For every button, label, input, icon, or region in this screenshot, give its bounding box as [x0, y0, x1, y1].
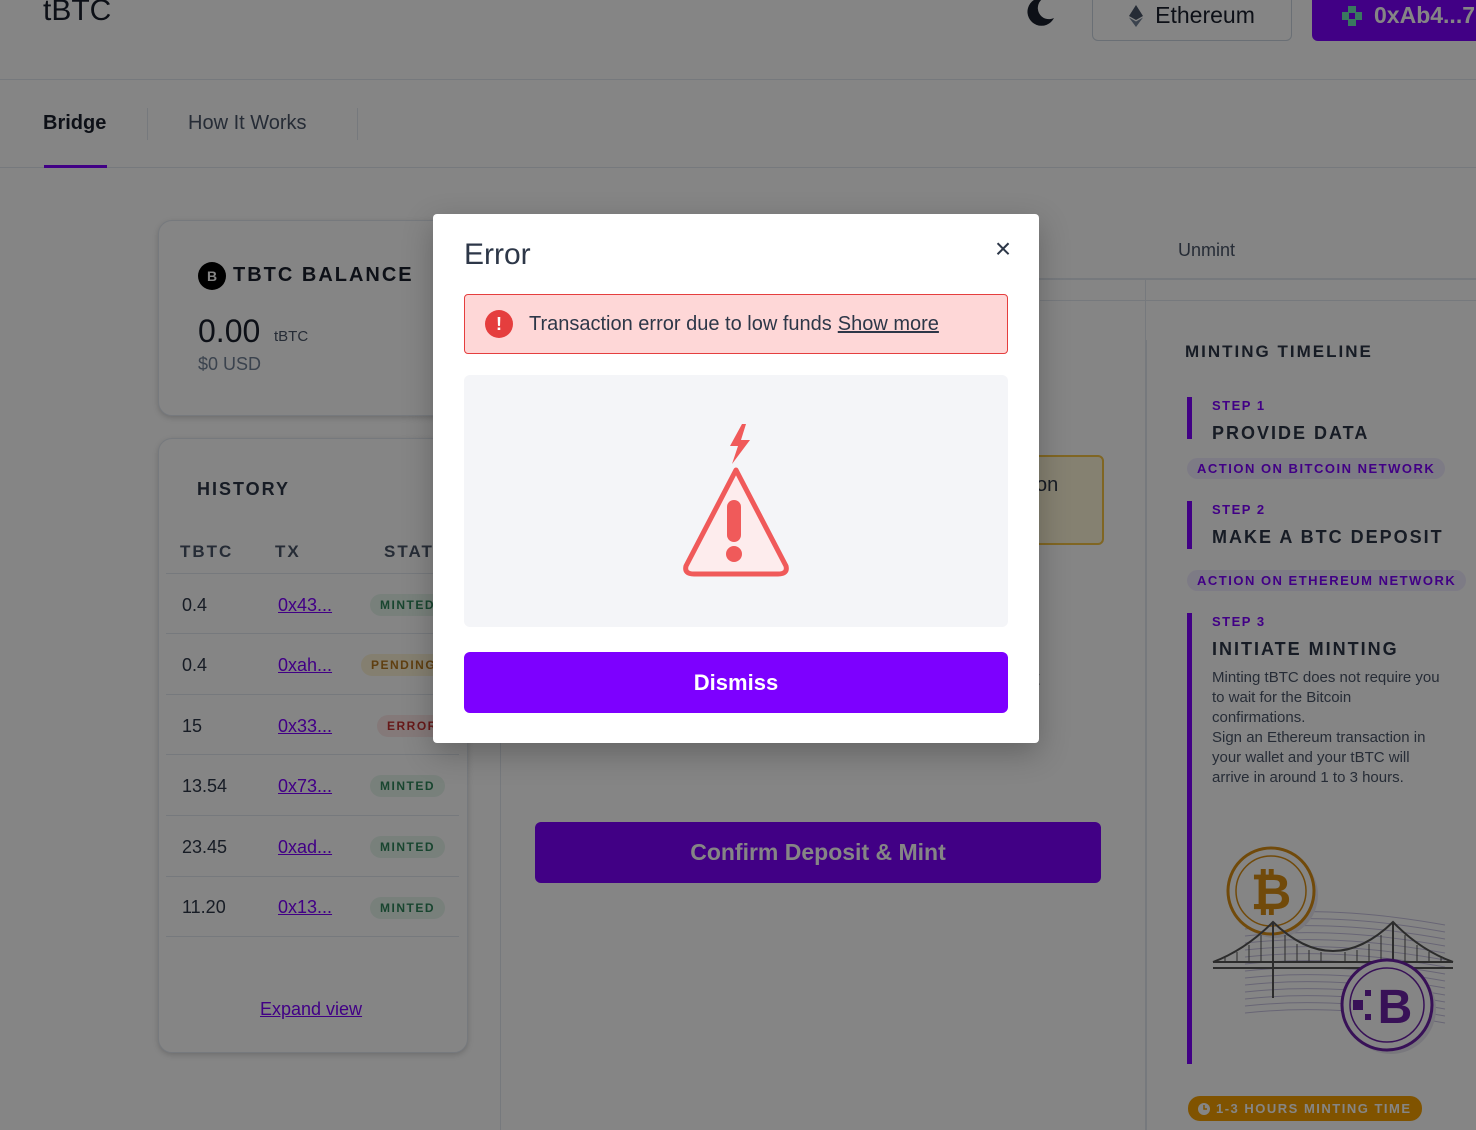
- show-more-link[interactable]: Show more: [838, 313, 939, 335]
- modal-title: Error: [464, 238, 531, 271]
- alert-text: Transaction error due to low funds: [529, 312, 832, 335]
- error-alert: ! Transaction error due to low funds Show…: [464, 294, 1008, 354]
- dismiss-button[interactable]: Dismiss: [464, 652, 1008, 713]
- error-icon: !: [485, 310, 513, 338]
- warning-triangle-icon: [683, 424, 789, 577]
- alert-message: Transaction error due to low funds Show m…: [529, 313, 939, 336]
- close-icon[interactable]: ×: [990, 235, 1016, 263]
